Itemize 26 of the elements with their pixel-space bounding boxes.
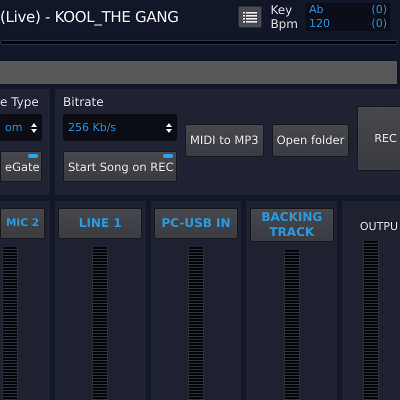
updown-arrows-icon: [31, 122, 37, 132]
bpm-label: Bpm: [270, 17, 298, 31]
action-button[interactable]: Open folder: [272, 124, 350, 156]
key-value: Ab: [309, 3, 324, 17]
menu-button[interactable]: [238, 6, 262, 28]
bitrate-label: Bitrate: [63, 95, 105, 109]
updown-arrows-icon: [166, 122, 172, 132]
channel-button[interactable]: PC-USB IN: [154, 208, 238, 239]
output-label: OUTPU: [360, 220, 398, 233]
start-song-toggle-button[interactable]: Start Song on REC: [63, 151, 177, 182]
type-label: e Type: [0, 95, 40, 109]
song-title: (Live) - KOOL_THE GANG: [0, 8, 179, 26]
type-select[interactable]: om: [0, 114, 42, 141]
key-offset: (0): [371, 3, 387, 17]
gate-toggle-button[interactable]: eGate: [0, 151, 42, 182]
bpm-offset: (0): [371, 17, 387, 31]
channel-button[interactable]: BACKING TRACK: [250, 208, 334, 242]
key-label: Key: [270, 3, 294, 17]
progress-track[interactable]: [0, 40, 398, 45]
channel-button[interactable]: LINE 1: [58, 208, 142, 239]
menu-icon: [243, 12, 258, 22]
bpm-value: 120: [309, 17, 330, 31]
channel-button[interactable]: MIC 2: [0, 208, 45, 239]
bitrate-select[interactable]: 256 Kb/s: [63, 114, 177, 141]
action-button[interactable]: MIDI to MP3: [185, 124, 264, 156]
rec-button[interactable]: REC: [357, 106, 400, 170]
